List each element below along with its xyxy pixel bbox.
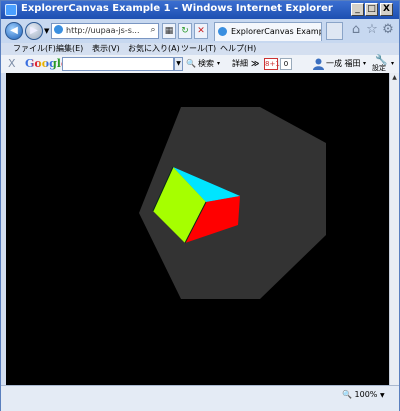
forward-button[interactable]: ▶ <box>25 22 43 40</box>
google-search-icon: 🔍 <box>186 59 196 68</box>
menu-edit[interactable]: 編集(E) <box>56 43 83 55</box>
tools-gear-icon[interactable]: ⚙ <box>381 23 395 37</box>
minimize-button[interactable]: _ <box>351 3 364 16</box>
menu-file[interactable]: ファイル(F) <box>13 43 56 55</box>
user-icon <box>313 58 324 70</box>
ie-tab-icon <box>218 27 227 36</box>
search-options-chevron-icon[interactable]: ▾ <box>217 55 220 73</box>
plus-one-button[interactable]: 8+1 <box>264 58 280 70</box>
google-search-button[interactable]: 検索 <box>198 55 214 73</box>
zoom-level: 100% <box>354 390 378 399</box>
user-chevron-icon[interactable]: ▾ <box>363 55 366 73</box>
stop-button[interactable]: ✕ <box>194 23 208 39</box>
history-dropdown-icon[interactable]: ▼ <box>44 27 49 35</box>
menu-favorites[interactable]: お気に入り(A) <box>128 43 180 55</box>
tab-explorercanvas[interactable]: ExplorerCanvas Exampl... <box>214 22 322 41</box>
more-chevron-icon[interactable]: ≫ <box>251 55 259 73</box>
address-text: http://uupaa-js-s... <box>66 26 140 35</box>
settings-label[interactable]: 設定 <box>372 64 386 73</box>
menu-view[interactable]: 表示(V) <box>92 43 120 55</box>
menu-tools[interactable]: ツール(T) <box>181 43 216 55</box>
refresh-button[interactable]: ↻ <box>178 23 192 39</box>
zoom-chevron-icon[interactable]: ▼ <box>380 392 385 399</box>
scroll-up-arrow-icon[interactable]: ▲ <box>390 73 399 83</box>
ie-window-icon <box>5 4 17 16</box>
plus-one-count: 0 <box>280 58 292 70</box>
zoom-magnifier-icon: 🔍 <box>342 390 352 399</box>
search-dropdown-icon[interactable]: ▼ <box>174 57 183 71</box>
close-toolbar-icon[interactable]: X <box>8 56 16 72</box>
ie-page-icon <box>54 25 63 34</box>
search-icon[interactable]: ⌕ <box>147 23 159 39</box>
user-name[interactable]: 一成 福田 <box>326 55 361 73</box>
google-toolbar: X Google ▼ 🔍 検索 ▾ 詳細 ≫ 8+1 0 一成 福田 ▾ 🔧 設… <box>1 55 399 74</box>
canvas-scene <box>6 73 389 385</box>
status-bar: 🔍 100% ▼ <box>1 385 399 411</box>
vertical-scrollbar[interactable]: ▲ <box>389 73 399 385</box>
home-icon[interactable]: ⌂ <box>349 23 363 37</box>
tab-title: ExplorerCanvas Exampl... <box>231 27 321 36</box>
settings-chevron-icon[interactable]: ▾ <box>391 55 394 73</box>
page-content-canvas[interactable] <box>6 73 389 385</box>
google-search-input[interactable] <box>62 57 174 71</box>
favorites-icon[interactable]: ☆ <box>365 23 379 37</box>
title-bar: ExplorerCanvas Example 1 - Windows Inter… <box>1 1 399 19</box>
compatibility-view-button[interactable]: ▦ <box>162 23 176 39</box>
close-button[interactable]: X <box>380 3 393 16</box>
back-button[interactable]: ◀ <box>5 22 23 40</box>
address-toolbar: ◀ ▶ ▼ http://uupaa-js-s... ⌕ ▦ ↻ ✕ Explo… <box>1 19 399 43</box>
address-input[interactable]: http://uupaa-js-s... <box>51 23 159 39</box>
menu-bar: ファイル(F) 編集(E) 表示(V) お気に入り(A) ツール(T) ヘルプ(… <box>1 43 399 55</box>
maximize-button[interactable]: □ <box>365 3 378 16</box>
zoom-control[interactable]: 🔍 100% ▼ <box>342 388 394 402</box>
window-title: ExplorerCanvas Example 1 - Windows Inter… <box>21 3 333 14</box>
new-tab-button[interactable] <box>326 22 343 40</box>
menu-help[interactable]: ヘルプ(H) <box>220 43 256 55</box>
browser-window: ExplorerCanvas Example 1 - Windows Inter… <box>0 0 400 411</box>
details-button[interactable]: 詳細 <box>232 55 248 73</box>
